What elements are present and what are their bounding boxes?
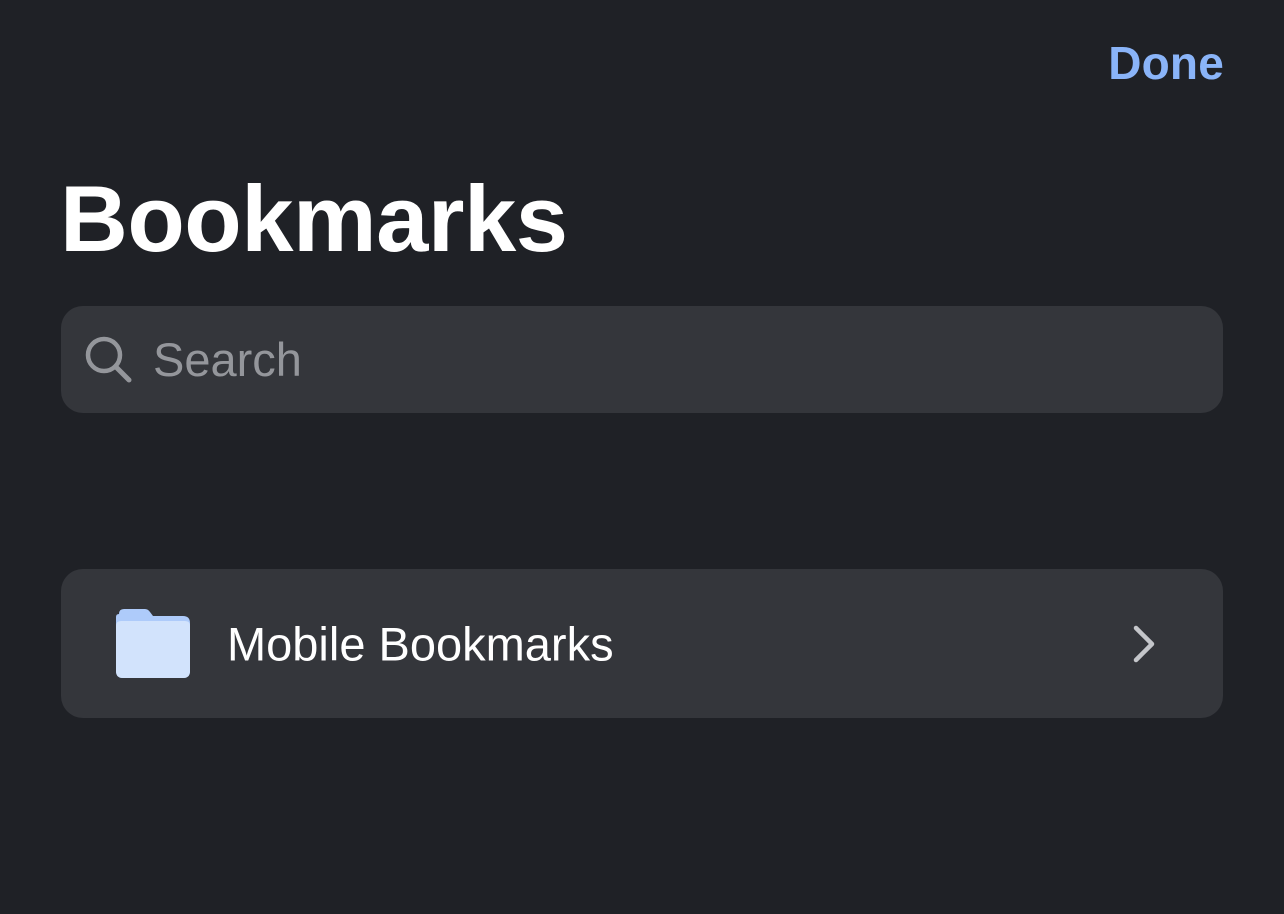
list-item-mobile-bookmarks[interactable]: Mobile Bookmarks [61,569,1223,718]
chevron-right-icon [1131,625,1157,663]
search-icon [83,334,135,386]
search-input[interactable] [153,332,1053,387]
folder-icon [115,608,191,678]
page-title: Bookmarks [60,166,568,271]
done-button[interactable]: Done [1108,36,1224,90]
list-item-label: Mobile Bookmarks [227,617,614,670]
bookmark-folder-list: Mobile Bookmarks [61,569,1223,718]
bookmarks-screen: Done Bookmarks Mobile Bookmarks [0,0,1284,914]
search-bar[interactable] [61,306,1223,413]
